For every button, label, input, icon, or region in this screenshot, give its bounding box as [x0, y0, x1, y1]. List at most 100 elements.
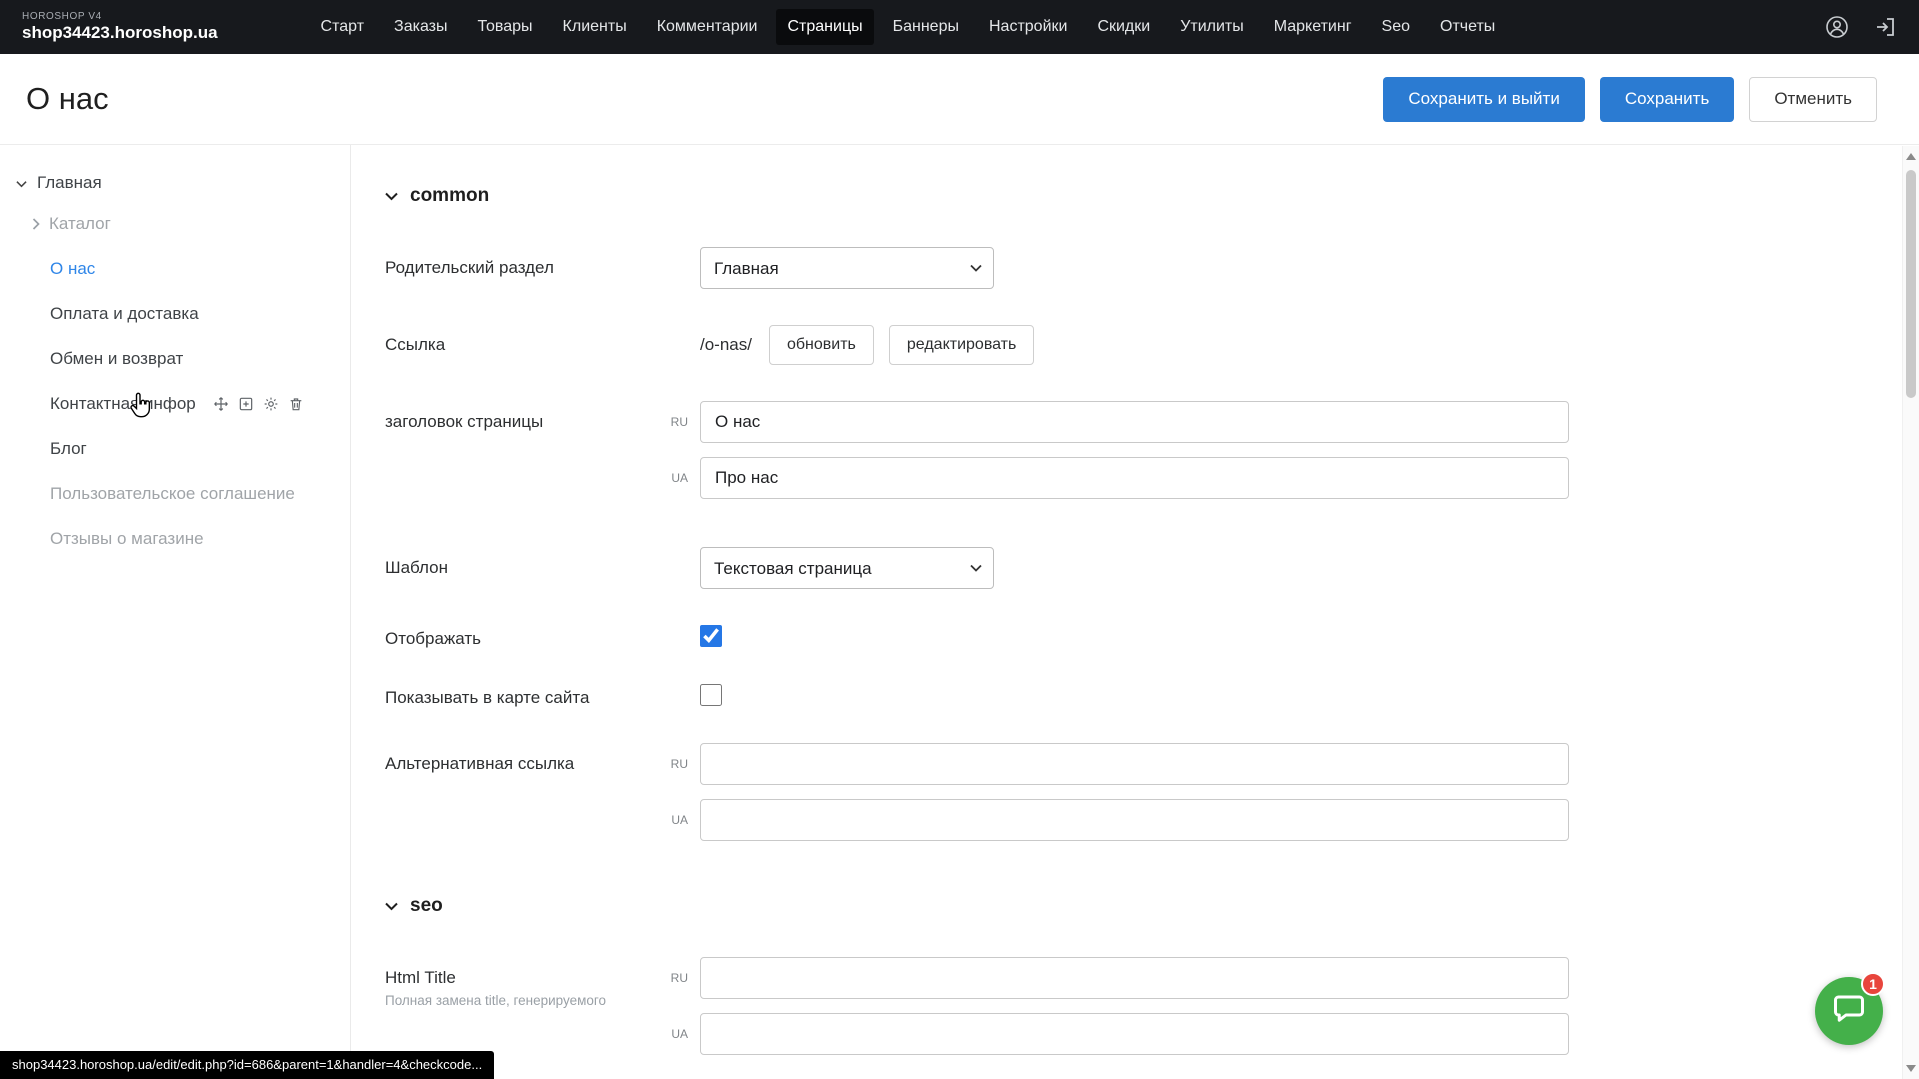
link-path: /o-nas/: [700, 335, 752, 355]
lang-tag-ua: UA: [658, 813, 688, 827]
parent-section-select-el[interactable]: Главная: [700, 247, 994, 289]
page-title-ua-input[interactable]: [700, 457, 1569, 499]
tree-children: Каталог О нас Оплата и доставка Обмен и …: [12, 201, 350, 561]
display-checkbox[interactable]: [700, 625, 722, 647]
page-title: О нас: [26, 81, 109, 117]
field-hint: Полная замена title, генерируемого: [385, 993, 700, 1008]
tree-item-label: Главная: [37, 173, 102, 193]
tree-item-user-agreement[interactable]: Пользовательское соглашение: [50, 471, 350, 516]
section-title: seo: [410, 895, 443, 917]
template-select[interactable]: Текстовая страница: [700, 547, 994, 589]
logout-icon[interactable]: [1873, 15, 1897, 39]
html-title-ua-input[interactable]: [700, 1013, 1569, 1055]
tree-item-label: О нас: [50, 259, 95, 279]
menu-discounts[interactable]: Скидки: [1086, 9, 1161, 45]
page-title-ru-input[interactable]: [700, 401, 1569, 443]
scrollbar: [1902, 146, 1919, 1079]
alt-link-ua-row: UA: [700, 799, 1569, 841]
page-title-ua-row: UA: [700, 457, 1569, 499]
section-seo[interactable]: seo: [385, 895, 1919, 917]
brand-domain: shop34423.horoshop.ua: [22, 23, 218, 43]
link-update-button[interactable]: обновить: [769, 325, 874, 365]
menu-clients[interactable]: Клиенты: [552, 9, 638, 45]
settings-gear-icon[interactable]: [263, 396, 279, 412]
lang-tag-ru: RU: [658, 971, 688, 985]
html-title-ru-input[interactable]: [700, 957, 1569, 999]
menu-orders[interactable]: Заказы: [383, 9, 458, 45]
tree-item-label: Оплата и доставка: [50, 304, 199, 324]
save-and-exit-button[interactable]: Сохранить и выйти: [1383, 77, 1584, 122]
brand-version: HOROSHOP V4: [22, 11, 218, 23]
menu-start[interactable]: Старт: [310, 9, 375, 45]
menu-comments[interactable]: Комментарии: [646, 9, 769, 45]
tree-item-actions: [213, 396, 304, 412]
template-select-el[interactable]: Текстовая страница: [700, 547, 994, 589]
menu-settings[interactable]: Настройки: [978, 9, 1078, 45]
chevron-down-icon: [16, 173, 27, 193]
scrollbar-thumb[interactable]: [1906, 170, 1916, 398]
tree-item-catalog[interactable]: Каталог: [50, 201, 350, 246]
link-edit-button[interactable]: редактировать: [889, 325, 1034, 365]
tree-item-label: Отзывы о магазине: [50, 529, 204, 549]
add-page-icon[interactable]: [238, 396, 254, 412]
chat-widget-button[interactable]: 1: [1815, 977, 1883, 1045]
menu-utilities[interactable]: Утилиты: [1169, 9, 1255, 45]
lang-tag-ru: RU: [658, 757, 688, 771]
field-parent-section: Родительский раздел Главная: [385, 247, 1919, 289]
account-icon[interactable]: [1825, 15, 1849, 39]
menu-seo[interactable]: Seo: [1371, 9, 1421, 45]
tree-item-store-reviews[interactable]: Отзывы о магазине: [50, 516, 350, 561]
field-label: Html Title: [385, 957, 700, 988]
scrollbar-up-arrow[interactable]: [1906, 153, 1916, 160]
parent-section-select[interactable]: Главная: [700, 247, 994, 289]
tree-item-label: Обмен и возврат: [50, 349, 183, 369]
field-display: Отображать: [385, 625, 1919, 652]
sitemap-checkbox[interactable]: [700, 684, 722, 706]
tree-item-contact-info[interactable]: Контактная инфор: [50, 381, 350, 426]
brand[interactable]: HOROSHOP V4 shop34423.horoshop.ua: [22, 11, 218, 42]
cancel-button[interactable]: Отменить: [1749, 77, 1877, 122]
status-url-tooltip: shop34423.horoshop.ua/edit/edit.php?id=6…: [0, 1051, 494, 1079]
pages-tree-sidebar: Главная Каталог О нас Оплата и доставка …: [0, 145, 351, 1079]
header-buttons: Сохранить и выйти Сохранить Отменить: [1383, 77, 1877, 122]
section-common[interactable]: common: [385, 185, 1919, 207]
save-button[interactable]: Сохранить: [1600, 77, 1734, 122]
field-label: заголовок страницы: [385, 401, 700, 432]
field-sitemap: Показывать в карте сайта: [385, 684, 1919, 711]
delete-trash-icon[interactable]: [288, 396, 304, 412]
page-title-ru-row: RU: [700, 401, 1569, 443]
page-header: О нас Сохранить и выйти Сохранить Отмени…: [0, 54, 1919, 145]
field-page-title: заголовок страницы RU UA: [385, 401, 1919, 499]
menu-pages[interactable]: Страницы: [776, 9, 873, 45]
tree-item-label: Блог: [50, 439, 87, 459]
tree-item-blog[interactable]: Блог: [50, 426, 350, 471]
topbar: HOROSHOP V4 shop34423.horoshop.ua Старт …: [0, 0, 1919, 54]
chevron-right-icon: [32, 218, 40, 230]
link-row: /o-nas/ обновить редактировать: [700, 325, 1919, 365]
alt-link-ua-input[interactable]: [700, 799, 1569, 841]
menu-products[interactable]: Товары: [467, 9, 544, 45]
lang-tag-ua: UA: [658, 471, 688, 485]
section-title: common: [410, 185, 489, 207]
alt-link-ru-input[interactable]: [700, 743, 1569, 785]
tree-item-about[interactable]: О нас: [50, 246, 350, 291]
tree-item-label: Каталог: [49, 214, 111, 234]
tree-item-payment-delivery[interactable]: Оплата и доставка: [50, 291, 350, 336]
field-label: Ссылка: [385, 335, 700, 355]
scrollbar-down-arrow[interactable]: [1906, 1065, 1916, 1072]
menu-reports[interactable]: Отчеты: [1429, 9, 1506, 45]
tree-item-home[interactable]: Главная: [12, 165, 350, 201]
menu-marketing[interactable]: Маркетинг: [1263, 9, 1363, 45]
menu-banners[interactable]: Баннеры: [882, 9, 970, 45]
move-icon[interactable]: [213, 396, 229, 412]
main-menu: Старт Заказы Товары Клиенты Комментарии …: [310, 9, 1507, 45]
lang-tag-ru: RU: [658, 415, 688, 429]
chat-bubble-icon: [1831, 991, 1867, 1032]
alt-link-ru-row: RU: [700, 743, 1569, 785]
content: Главная Каталог О нас Оплата и доставка …: [0, 145, 1919, 1079]
page-edit-form: common Родительский раздел Главная Ссылк…: [351, 145, 1919, 1079]
tree-item-label: Пользовательское соглашение: [50, 484, 295, 504]
field-link: Ссылка /o-nas/ обновить редактировать: [385, 325, 1919, 365]
field-label: Показывать в карте сайта: [385, 688, 700, 708]
tree-item-exchange-return[interactable]: Обмен и возврат: [50, 336, 350, 381]
